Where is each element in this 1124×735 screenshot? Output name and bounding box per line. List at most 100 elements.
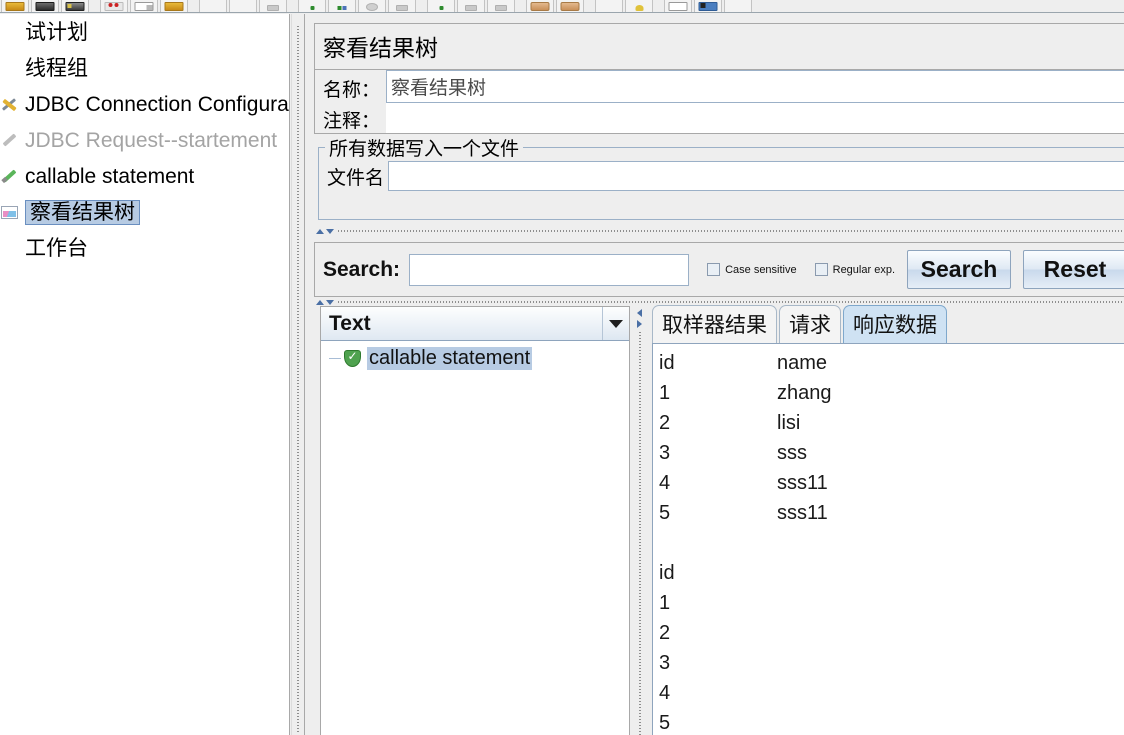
extra-button[interactable]: [724, 0, 752, 12]
save-button[interactable]: [130, 0, 158, 12]
splitter-arrows[interactable]: [316, 299, 334, 305]
sidebar-item-label: JDBC Connection Configurat: [25, 92, 290, 116]
toolbar-separator: [654, 0, 663, 12]
chevron-down-icon[interactable]: [326, 299, 334, 305]
cut-icon: [104, 2, 124, 11]
comment-input[interactable]: [386, 103, 1124, 133]
sidebar-item-label: 线程组: [25, 55, 88, 80]
search-bar: Search: Case sensitive Regular exp. Sear…: [314, 242, 1124, 297]
hand-icon: [530, 2, 550, 11]
result-tree-node[interactable]: callable statement: [321, 341, 629, 370]
groupbox-legend: 所有数据写入一个文件: [319, 134, 1124, 161]
results-splitter[interactable]: [634, 306, 652, 735]
sidebar-item-0[interactable]: 试计划: [0, 14, 289, 50]
stop-button[interactable]: [358, 0, 386, 12]
comment-label: 注释：: [323, 110, 381, 132]
splitter-arrows[interactable]: [637, 309, 642, 328]
chevron-down-icon[interactable]: [326, 228, 334, 234]
response-cell-id: 4: [659, 471, 671, 494]
function-helper-button[interactable]: [664, 0, 692, 12]
checkbox-box-icon[interactable]: [814, 263, 828, 276]
combobox-arrow-button[interactable]: [602, 307, 629, 340]
filename-input[interactable]: [388, 161, 1124, 191]
checkbox-box-icon[interactable]: [707, 263, 721, 276]
response-cell-id: 1: [659, 591, 671, 614]
cut-button[interactable]: [199, 0, 227, 12]
clear-button[interactable]: [526, 0, 554, 12]
response-row: id: [659, 558, 1124, 588]
templates-button[interactable]: [31, 0, 59, 12]
case-sensitive-label: Case sensitive: [725, 263, 797, 276]
main-splitter[interactable]: [291, 14, 305, 735]
sidebar-item-4[interactable]: callable statement: [0, 158, 289, 194]
regular-exp-label: Regular exp.: [832, 263, 895, 276]
response-blank-row: [659, 528, 1124, 558]
paste-button[interactable]: [259, 0, 287, 12]
new-button[interactable]: [1, 0, 29, 12]
search-button[interactable]: [595, 0, 623, 12]
grey2-icon: [495, 5, 507, 11]
winblue-icon: [698, 2, 718, 11]
render-selector-combobox[interactable]: Text: [321, 307, 629, 341]
remote-start-button[interactable]: [427, 0, 455, 12]
comment-field-row: 注释：: [315, 103, 1124, 133]
greenblue-icon: [334, 4, 351, 11]
result-tree-node-label: callable statement: [367, 347, 533, 370]
response-cell-id: 1: [659, 381, 671, 404]
response-cell-id: 2: [659, 621, 671, 644]
toolbar: [0, 0, 1124, 13]
tab-0[interactable]: 取样器结果: [652, 305, 777, 343]
response-cell-id: 3: [659, 441, 671, 464]
chevron-left-icon[interactable]: [637, 309, 642, 317]
element-header-card: 察看结果树 名称： 察看结果树 注释：: [314, 23, 1124, 134]
sidebar-item-2[interactable]: JDBC Connection Configurat: [0, 86, 289, 122]
open-button[interactable]: [61, 0, 89, 12]
tab-1[interactable]: 请求: [779, 305, 841, 343]
sidebar-item-6[interactable]: 工作台: [0, 230, 289, 266]
chevron-up-icon[interactable]: [316, 228, 324, 234]
name-input[interactable]: 察看结果树: [386, 70, 1124, 103]
sidebar-item-label: 察看结果树: [25, 199, 140, 225]
response-cell-name: sss11: [777, 471, 828, 494]
jmeter-window: 试计划线程组 JDBC Connection Configurat JDBC Req…: [0, 0, 1124, 735]
sidebar-item-5[interactable]: 察看结果树: [0, 194, 289, 230]
results-region: Text callable statement 取样器结果请求响应数据 idn: [314, 305, 1124, 735]
chevron-right-icon[interactable]: [637, 320, 642, 328]
test-plan-tree[interactable]: 试计划线程组 JDBC Connection Configurat JDBC Req…: [0, 14, 290, 735]
splitter-arrows[interactable]: [316, 228, 334, 234]
save-as-button[interactable]: [160, 0, 188, 12]
clear-all-button[interactable]: [556, 0, 584, 12]
regular-exp-checkbox[interactable]: Regular exp.: [814, 263, 895, 276]
help-button[interactable]: [694, 0, 722, 12]
copy-button[interactable]: [229, 0, 257, 12]
search-button[interactable]: Search: [907, 250, 1011, 289]
response-row: 2: [659, 618, 1124, 648]
toolbar-group: [525, 0, 585, 12]
folder-icon: [5, 2, 25, 11]
reset-button[interactable]: Reset: [1023, 250, 1124, 289]
groupbox-legend-label: 所有数据写入一个文件: [329, 138, 520, 160]
pen-icon: [0, 130, 20, 150]
shutdown-button[interactable]: [388, 0, 416, 12]
name-field-row: 名称： 察看结果树: [315, 70, 1124, 103]
remote-stop-button[interactable]: [457, 0, 485, 12]
sidebar-item-1[interactable]: 线程组: [0, 50, 289, 86]
grey2-icon: [267, 5, 279, 11]
start-no-pauses-button[interactable]: [328, 0, 356, 12]
toolbar-separator: [189, 0, 198, 12]
sidebar-item-3[interactable]: JDBC Request--startement: [0, 122, 289, 158]
search-input[interactable]: [409, 253, 690, 286]
start-button[interactable]: [298, 0, 326, 12]
remote-shutdown-button[interactable]: [487, 0, 515, 12]
reset-search-button[interactable]: [625, 0, 653, 12]
response-data-body[interactable]: id name 1 zhang 2 lisi 3 sss 4 sss11 5 sss11 id 1 2 3 4 5: [652, 343, 1124, 735]
response-cell-id: 2: [659, 411, 671, 434]
response-cell-name: sss11: [777, 501, 828, 524]
tab-2[interactable]: 响应数据: [843, 305, 947, 343]
close-button[interactable]: [100, 0, 128, 12]
tabstrip: 取样器结果 请求 响应数据: [652, 305, 1124, 343]
result-tabs-panel: 取样器结果 请求 响应数据 id name 1 zhang 2 lisi 3 sss 4 sss11 5…: [652, 305, 1124, 735]
splitter-above-search[interactable]: [314, 226, 1124, 236]
chevron-up-icon[interactable]: [316, 299, 324, 305]
case-sensitive-checkbox[interactable]: Case sensitive: [707, 263, 797, 276]
